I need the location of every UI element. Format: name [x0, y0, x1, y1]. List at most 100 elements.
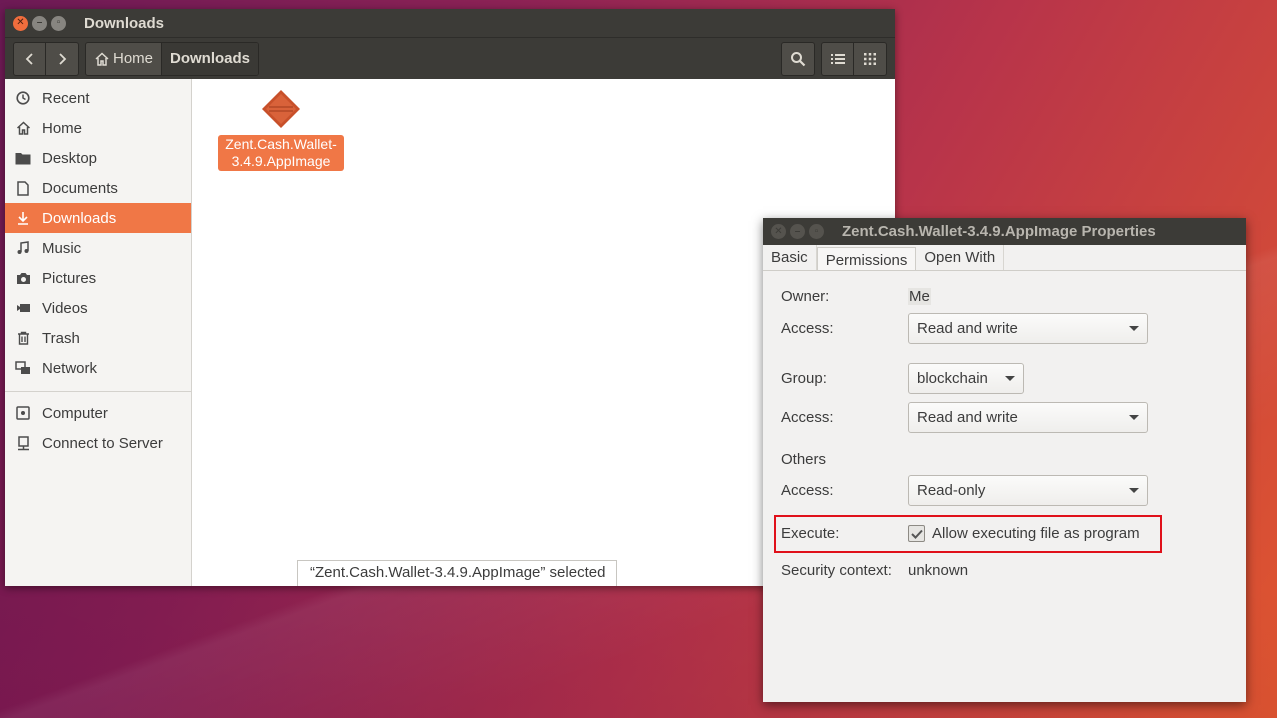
sidebar-item-home[interactable]: Home	[5, 113, 191, 143]
sidebar-item-computer[interactable]: Computer	[5, 398, 191, 428]
file-manager-window: ✕ – ▫ Downloads Home Downloads Recent Ho…	[5, 9, 895, 586]
properties-tabs: Basic Permissions Open With	[763, 245, 1246, 271]
forward-button[interactable]	[46, 43, 78, 75]
sidebar-item-label: Recent	[42, 89, 90, 107]
sidebar-item-music[interactable]: Music	[5, 233, 191, 263]
breadcrumb-downloads-label: Downloads	[170, 50, 251, 67]
group-label: Group:	[781, 370, 827, 387]
close-dialog-button[interactable]: ✕	[771, 224, 786, 239]
selection-status: “Zent.Cash.Wallet-3.4.9.AppImage” select…	[297, 560, 617, 586]
sidebar-item-videos[interactable]: Videos	[5, 293, 191, 323]
sidebar-item-documents[interactable]: Documents	[5, 173, 191, 203]
tab-basic[interactable]: Basic	[763, 245, 817, 270]
list-view-icon	[830, 53, 845, 64]
maximize-dialog-button[interactable]: ▫	[809, 224, 824, 239]
others-label: Others	[781, 451, 827, 468]
sidebar-item-downloads[interactable]: Downloads	[5, 203, 191, 233]
breadcrumb-home[interactable]: Home	[86, 42, 163, 75]
sidebar-item-label: Trash	[42, 329, 80, 347]
group-value: blockchain	[917, 370, 988, 387]
owner-access-dropdown[interactable]: Read and write	[908, 313, 1148, 344]
properties-dialog: ✕ – ▫ Zent.Cash.Wallet-3.4.9.AppImage Pr…	[763, 218, 1246, 702]
search-button-group	[781, 41, 815, 76]
grid-view-icon	[864, 52, 876, 65]
group-row: Group: blockchain	[781, 363, 1024, 394]
file-item-appimage[interactable]: Zent.Cash.Wallet- 3.4.9.AppImage	[217, 89, 345, 171]
sidebar-item-trash[interactable]: Trash	[5, 323, 191, 353]
owner-value: Me	[908, 288, 931, 305]
chevron-right-icon	[59, 52, 67, 65]
maximize-window-button[interactable]: ▫	[51, 15, 66, 31]
others-row: Others	[781, 451, 908, 468]
dialog-titlebar: ✕ – ▫ Zent.Cash.Wallet-3.4.9.AppImage Pr…	[763, 218, 1246, 245]
window-title: Downloads	[84, 14, 165, 32]
video-icon	[15, 300, 31, 316]
close-window-button[interactable]: ✕	[13, 15, 28, 31]
file-name-line-2: 3.4.9.AppImage	[231, 153, 331, 169]
dialog-title: Zent.Cash.Wallet-3.4.9.AppImage Properti…	[842, 223, 1156, 240]
sidebar-item-label: Music	[42, 239, 82, 257]
window-titlebar: ✕ – ▫ Downloads	[5, 9, 895, 37]
sidebar-item-connect-to-server[interactable]: Connect to Server	[5, 428, 191, 458]
group-dropdown[interactable]: blockchain	[908, 363, 1024, 394]
server-icon	[15, 435, 31, 451]
camera-icon	[15, 270, 31, 286]
appimage-file-icon	[262, 90, 300, 128]
sidebar-item-label: Desktop	[42, 149, 98, 167]
others-access-value: Read-only	[917, 482, 986, 499]
home-icon	[95, 51, 109, 66]
group-access-dropdown[interactable]: Read and write	[908, 402, 1148, 433]
sidebar-item-label: Documents	[42, 179, 118, 197]
sidebar-item-label: Downloads	[42, 209, 117, 227]
home-icon	[15, 120, 31, 136]
chevron-left-icon	[25, 52, 33, 65]
others-access-dropdown[interactable]: Read-only	[908, 475, 1148, 506]
dropdown-arrow-icon	[1129, 488, 1139, 493]
security-context-label: Security context:	[781, 562, 892, 579]
sidebar-item-label: Home	[42, 119, 83, 137]
sidebar-item-desktop[interactable]: Desktop	[5, 143, 191, 173]
sidebar-item-label: Pictures	[42, 269, 97, 287]
sidebar-item-pictures[interactable]: Pictures	[5, 263, 191, 293]
download-icon	[15, 210, 31, 226]
header-bar: Home Downloads	[5, 37, 895, 79]
network-icon	[15, 360, 31, 376]
owner-label: Owner:	[781, 288, 830, 305]
execute-row: Execute: Allow executing file as program	[781, 525, 1140, 542]
sidebar-item-recent[interactable]: Recent	[5, 83, 191, 113]
computer-icon	[15, 405, 31, 421]
allow-execute-label[interactable]: Allow executing file as program	[932, 525, 1140, 542]
sidebar-item-label: Videos	[42, 299, 88, 317]
security-context-value: unknown	[908, 562, 969, 579]
dropdown-arrow-icon	[1005, 376, 1015, 381]
breadcrumb: Home Downloads	[85, 41, 260, 76]
folder-icon	[15, 150, 31, 166]
dropdown-arrow-icon	[1129, 326, 1139, 331]
tab-permissions[interactable]: Permissions	[816, 247, 917, 270]
others-access-label: Access:	[781, 482, 834, 499]
sidebar-item-label: Connect to Server	[42, 434, 163, 452]
list-view-button[interactable]	[822, 42, 854, 75]
execute-label: Execute:	[781, 525, 840, 542]
owner-access-row: Access: Read and write	[781, 313, 1148, 344]
checkmark-icon	[910, 529, 923, 539]
minimize-window-button[interactable]: –	[32, 15, 47, 31]
sidebar-divider	[5, 391, 191, 392]
search-icon	[791, 51, 806, 66]
minimize-dialog-button[interactable]: –	[790, 224, 805, 239]
dropdown-arrow-icon	[1129, 415, 1139, 420]
owner-access-label: Access:	[781, 320, 834, 337]
group-access-row: Access: Read and write	[781, 402, 1148, 433]
breadcrumb-downloads[interactable]: Downloads	[162, 42, 259, 75]
clock-icon	[15, 90, 31, 106]
back-button[interactable]	[14, 42, 46, 75]
others-access-row: Access: Read-only	[781, 475, 1148, 506]
tab-open-with[interactable]: Open With	[916, 245, 1005, 270]
security-context-row: Security context: unknown	[781, 562, 968, 579]
grid-view-button[interactable]	[854, 43, 886, 75]
group-access-value: Read and write	[917, 409, 1018, 426]
owner-row: Owner: Me	[781, 288, 931, 305]
search-button[interactable]	[782, 43, 814, 75]
allow-execute-checkbox[interactable]	[908, 525, 925, 542]
sidebar-item-network[interactable]: Network	[5, 353, 191, 383]
